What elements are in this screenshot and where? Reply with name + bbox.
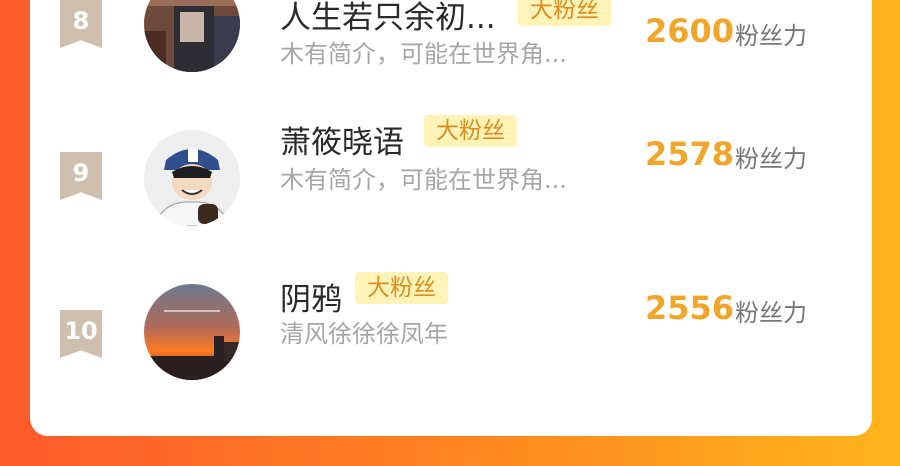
avatar-sunset-icon [144,284,240,380]
fan-ranking-card: 8 人生若只余初... 大粉丝 木有简介，可能在世界角... 2600 粉丝力 … [30,0,872,436]
user-description: 木有简介，可能在世界角... [280,40,567,68]
avatar-photo-icon [144,0,240,72]
fan-power-value: 2556 [645,289,735,327]
rank-ribbon: 8 [60,0,102,48]
fan-power-unit: 粉丝力 [735,22,807,50]
fan-power-unit: 粉丝力 [735,145,807,173]
rank-ribbon: 10 [60,310,102,358]
avatar-anime-icon [144,130,240,226]
fan-power-unit: 粉丝力 [735,299,807,327]
fan-level-badge: 大粉丝 [518,0,611,26]
list-item[interactable]: 8 人生若只余初... 大粉丝 木有简介，可能在世界角... 2600 粉丝力 [30,0,872,80]
avatar[interactable] [144,0,240,72]
avatar[interactable] [144,284,240,380]
user-name[interactable]: 萧筱晓语 [280,117,404,162]
user-name[interactable]: 人生若只余初... [280,0,496,37]
rank-ribbon: 9 [60,152,102,200]
user-description: 清风徐徐徐凤年 [280,320,448,348]
user-description: 木有简介，可能在世界角... [280,166,567,194]
fan-power-value: 2600 [645,12,735,50]
list-item[interactable]: 9 萧筱晓语 大粉丝 木有简介，可能在世界角... 2578 粉丝力 [30,115,872,240]
fan-power-value: 2578 [645,135,735,173]
user-name[interactable]: 阴鸦 [280,274,342,319]
list-item[interactable]: 10 阴鸦 大粉丝 清风徐徐徐凤年 2556 粉丝力 [30,272,872,392]
avatar[interactable] [144,130,240,226]
fan-level-badge: 大粉丝 [355,272,448,304]
fan-level-badge: 大粉丝 [424,115,517,147]
